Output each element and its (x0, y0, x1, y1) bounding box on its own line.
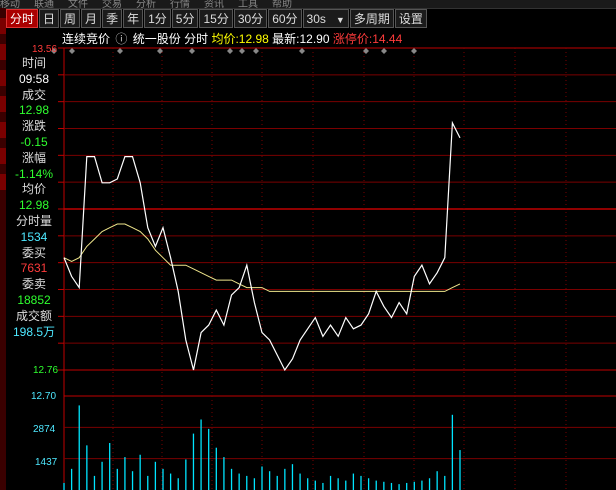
volume-axis-base: 12.70 (31, 391, 56, 402)
event-marker-icon[interactable] (69, 48, 75, 54)
intraday-chart[interactable]: 13.56 12.76 12.70 2874 1437 (0, 0, 616, 490)
quote-detail-panel: 时间 09:58 成交 12.98 涨跌 -0.15 涨幅 -1.14% 均价 … (6, 56, 62, 340)
volume-value: 12.98 (18, 103, 50, 118)
change-label: 涨跌 (21, 119, 46, 134)
event-marker-icon[interactable] (299, 48, 305, 54)
pct-change-value: -1.14% (14, 166, 54, 181)
turnover-label: 成交额 (15, 308, 52, 323)
change-value: -0.15 (20, 134, 48, 149)
avg-price-panel-value: 12.98 (18, 198, 50, 213)
price-axis-bottom: 12.76 (33, 365, 58, 376)
volume-bars (63, 405, 461, 490)
tick-volume-value: 1534 (20, 229, 48, 244)
event-markers (51, 48, 417, 54)
average-price-line (63, 223, 461, 292)
pct-change-label: 涨幅 (21, 150, 46, 165)
event-marker-icon[interactable] (227, 48, 233, 54)
bid-value: 7631 (20, 261, 48, 276)
time-label: 时间 (21, 56, 46, 70)
volume-label: 成交 (21, 87, 46, 102)
event-marker-icon[interactable] (381, 48, 387, 54)
event-marker-icon[interactable] (117, 48, 123, 54)
ask-label: 委卖 (21, 277, 46, 292)
volume-axis-low: 1437 (35, 457, 58, 468)
chart-grid (58, 47, 616, 490)
tick-volume-label: 分时量 (15, 213, 52, 228)
volume-axis-mid: 2874 (33, 424, 56, 435)
event-marker-icon[interactable] (411, 48, 417, 54)
time-value: 09:58 (18, 71, 50, 86)
avg-price-panel-label: 均价 (21, 182, 46, 197)
bid-label: 委买 (21, 245, 46, 260)
ask-value: 18852 (17, 292, 51, 307)
price-axis-top: 13.56 (32, 44, 57, 55)
event-marker-icon[interactable] (189, 48, 195, 54)
event-marker-icon[interactable] (253, 48, 259, 54)
turnover-value: 198.5万 (12, 324, 56, 339)
event-marker-icon[interactable] (239, 48, 245, 54)
price-line (63, 120, 461, 372)
